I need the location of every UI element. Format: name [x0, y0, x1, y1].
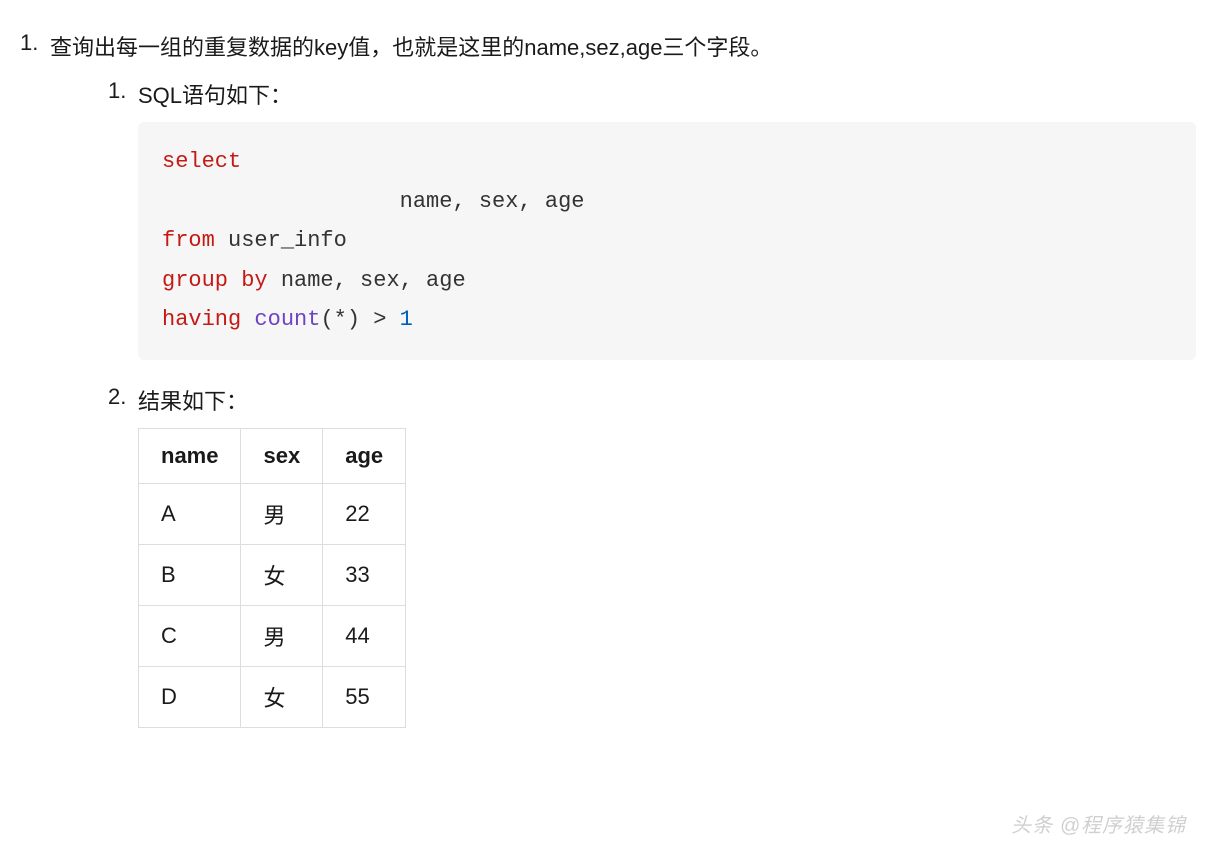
cell-name: A: [139, 483, 241, 544]
watermark-text: 头条 @程序猿集锦: [1011, 809, 1186, 838]
group-columns: name, sex, age: [268, 268, 466, 293]
keyword-select: select: [162, 149, 241, 174]
result-table: name sex age A 男 22 B 女: [138, 428, 406, 728]
table-row: D 女 55: [139, 666, 406, 727]
cell-name: B: [139, 544, 241, 605]
col-header-sex: sex: [241, 428, 323, 483]
gt-op: >: [360, 307, 400, 332]
cell-sex: 女: [241, 544, 323, 605]
outer-ordered-list: 查询出每一组的重复数据的key值，也就是这里的name,sez,age三个字段。…: [20, 30, 1196, 728]
col-header-age: age: [323, 428, 406, 483]
space-1: [241, 307, 254, 332]
keyword-having: having: [162, 307, 241, 332]
table-name: user_info: [215, 228, 347, 253]
paren-close: ): [347, 307, 360, 332]
col-header-name: name: [139, 428, 241, 483]
paren-open: (: [320, 307, 333, 332]
table-row: B 女 33: [139, 544, 406, 605]
keyword-by: by: [228, 268, 268, 293]
keyword-group: group: [162, 268, 228, 293]
inner-list-item-1: SQL语句如下： select name, sex, age from user…: [108, 78, 1196, 360]
cell-age: 33: [323, 544, 406, 605]
cell-age: 44: [323, 605, 406, 666]
inner-item-2-text: 结果如下：: [138, 389, 248, 414]
table-row: A 男 22: [139, 483, 406, 544]
keyword-from: from: [162, 228, 215, 253]
cell-sex: 男: [241, 605, 323, 666]
keyword-count: count: [254, 307, 320, 332]
select-columns: name, sex, age: [162, 189, 584, 214]
sql-code-block: select name, sex, age from user_info gro…: [138, 122, 1196, 360]
cell-sex: 女: [241, 666, 323, 727]
cell-age: 55: [323, 666, 406, 727]
inner-list-item-2: 结果如下： name sex age A 男 22: [108, 384, 1196, 728]
table-row: C 男 44: [139, 605, 406, 666]
literal-one: 1: [400, 307, 413, 332]
cell-age: 22: [323, 483, 406, 544]
cell-sex: 男: [241, 483, 323, 544]
outer-item-1-text: 查询出每一组的重复数据的key值，也就是这里的name,sez,age三个字段。: [50, 35, 772, 60]
star: *: [334, 307, 347, 332]
inner-item-1-text: SQL语句如下：: [138, 83, 292, 108]
table-header-row: name sex age: [139, 428, 406, 483]
outer-list-item-1: 查询出每一组的重复数据的key值，也就是这里的name,sez,age三个字段。…: [20, 30, 1196, 728]
inner-ordered-list: SQL语句如下： select name, sex, age from user…: [108, 78, 1196, 728]
cell-name: D: [139, 666, 241, 727]
cell-name: C: [139, 605, 241, 666]
